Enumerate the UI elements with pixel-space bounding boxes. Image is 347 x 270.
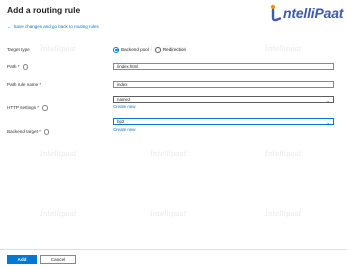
brand-wordmark: ntelliPaat: [283, 5, 344, 21]
http-settings-value: name2: [117, 97, 131, 102]
watermark: Intellipaat: [40, 150, 77, 158]
add-button[interactable]: Add: [7, 255, 37, 264]
cancel-button[interactable]: Cancel: [40, 255, 76, 264]
http-settings-label: HTTP settings *: [7, 105, 48, 111]
path-rule-name-label: Path rule name *: [7, 82, 42, 87]
backend-target-value: bp2: [117, 119, 125, 124]
path-rule-name-input[interactable]: index: [113, 81, 334, 88]
target-type-label: Target type: [7, 47, 30, 52]
radio-redirection[interactable]: Redirection: [154, 46, 187, 53]
info-icon[interactable]: [43, 129, 50, 135]
backend-target-select[interactable]: bp2 ⌄: [113, 118, 334, 125]
arrow-left-icon: ←: [7, 24, 12, 29]
chevron-down-icon: ⌄: [326, 119, 330, 125]
back-to-routing-rules-link[interactable]: ← Save changes and go back to routing rul…: [7, 24, 99, 29]
watermark: Intellipaat: [150, 150, 187, 158]
path-input[interactable]: /index.html: [113, 63, 334, 70]
radio-selected-icon: [113, 46, 119, 53]
backend-target-label: Backend target *: [7, 129, 50, 135]
radio-unselected-icon: [154, 46, 161, 53]
watermark: Intellipaat: [40, 45, 77, 53]
radio-redirection-label: Redirection: [162, 47, 187, 52]
watermark: Intellipaat: [40, 210, 77, 218]
intellipaat-logo: ntelliPaat: [269, 4, 343, 22]
http-settings-label-text: HTTP settings *: [7, 105, 40, 110]
info-icon[interactable]: [42, 105, 48, 111]
watermark: Intellipaat: [265, 150, 302, 158]
radio-backend-pool-label: Backend pool: [121, 47, 149, 52]
brand-i-icon: [269, 4, 282, 22]
page-title: Add a routing rule: [7, 5, 81, 15]
target-type-radio-group: Backend pool Redirection: [113, 46, 192, 53]
backend-target-create-new-link[interactable]: Create new: [113, 127, 135, 132]
backend-target-label-text: Backend target *: [7, 129, 41, 134]
path-label-text: Path *: [7, 64, 20, 69]
info-icon[interactable]: [22, 64, 29, 70]
chevron-down-icon: ⌄: [326, 97, 330, 103]
watermark: Intellipaat: [265, 210, 302, 218]
path-label: Path *: [7, 64, 29, 70]
watermark: Intellipaat: [150, 210, 187, 218]
back-link-label: Save changes and go back to routing rule…: [13, 24, 99, 29]
radio-backend-pool[interactable]: Backend pool: [113, 46, 149, 53]
watermark: Intellipaat: [265, 45, 302, 53]
footer-divider: [0, 249, 347, 250]
http-settings-create-new-link[interactable]: Create new: [113, 104, 135, 109]
http-settings-select[interactable]: name2 ⌄: [113, 96, 334, 103]
